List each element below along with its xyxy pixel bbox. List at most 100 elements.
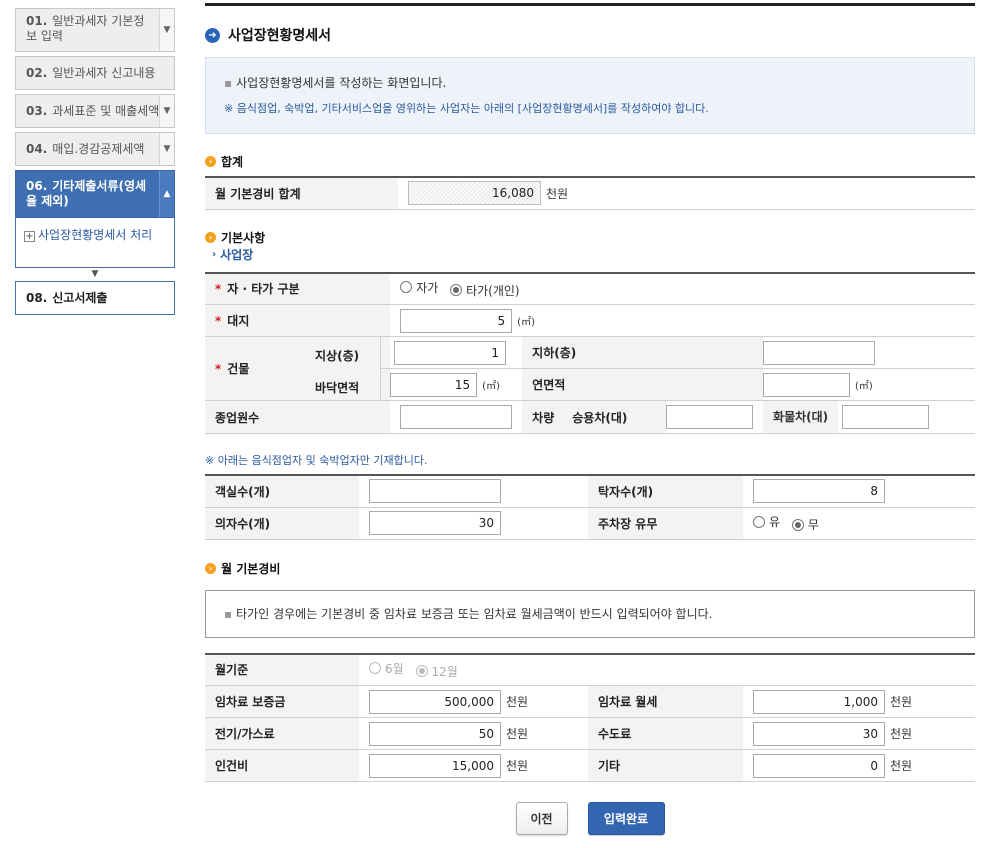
notice-text: 타가인 경우에는 기본경비 중 임차료 보증금 또는 임차료 월세금액이 반드시… (236, 607, 713, 621)
info-note: ※ 음식점업, 숙박업, 기타서비스업을 영위하는 사업자는 아래의 [사업장현… (224, 102, 709, 115)
step-number: 04. (26, 141, 48, 156)
chevron-down-icon[interactable]: ▼ (159, 133, 174, 165)
notice-box: ▪ 타가인 경우에는 기본경비 중 임차료 보증금 또는 임차료 월세금액이 반드… (205, 589, 975, 638)
unit-label: 천원 (506, 727, 529, 741)
rooms-label: 객실수(개) (205, 475, 359, 508)
total-table: 월 기본경비 합계 16,080 천원 (205, 176, 975, 210)
utility-input[interactable]: 50 (369, 721, 501, 746)
button-bar: 이전 입력완료 (205, 802, 975, 835)
employees-label: 종업원수 (215, 410, 260, 425)
deposit-input[interactable]: 500,000 (369, 689, 501, 714)
chevron-down-icon[interactable]: ▼ (159, 9, 174, 51)
water-label: 수도료 (588, 717, 743, 750)
step-number: 01. (26, 14, 48, 28)
land-label: 대지 (227, 314, 250, 328)
chevron-right-icon: › (212, 249, 217, 260)
subsection-workplace: › 사업장 (205, 247, 975, 263)
restaurant-table: 객실수(개) 탁자수(개) 8 의자수(개) 30 주차장 유무 유 무 (205, 474, 975, 540)
section-title: 기본사항 (221, 231, 266, 245)
bullet-icon: ▪ (224, 76, 233, 90)
rent-label: 임차료 월세 (588, 685, 743, 718)
floors-below-label: 지하(층) (532, 346, 577, 360)
labor-input[interactable]: 15,000 (369, 753, 501, 778)
sidebar-step-08[interactable]: 08. 신고서제출 (15, 281, 175, 315)
section-monthly: › 월 기본경비 (205, 560, 975, 578)
section-bullet-icon: › (205, 155, 216, 167)
section-basic: › 기본사항 (205, 229, 975, 247)
sidebar: 01. 일반과세자 기본정보 입력 ▼ 02. 일반과세자 신고내용 03. 과세표준… (15, 8, 175, 319)
total-label: 월 기본경비 합계 (205, 177, 398, 210)
page-title-text: 사업장현황명세서 (228, 28, 332, 44)
arrow-right-circle-icon: ➜ (205, 27, 220, 43)
restaurant-note: ※ 아래는 음식점업자 및 숙박업자만 기재합니다. (205, 454, 428, 467)
arrow-down-icon: ▼ (91, 269, 99, 279)
unit-label: (㎡) (517, 317, 535, 328)
floor-area-input[interactable]: 15 (390, 372, 478, 397)
bullet-icon: ▪ (224, 606, 233, 621)
floors-below-input[interactable] (763, 340, 876, 365)
chevron-up-icon[interactable]: ▲ (159, 171, 174, 217)
monthly-table: 월기준 6월 12월 임차료 보증금 500,000 천원 임차료 월세 1,00… (205, 652, 975, 782)
section-title: 합계 (221, 154, 244, 169)
chairs-input[interactable]: 30 (369, 511, 501, 535)
rooms-input[interactable] (369, 479, 501, 504)
plus-icon: + (24, 231, 35, 242)
parking-label: 주차장 유무 (588, 507, 743, 540)
unit-label: (㎡) (482, 381, 500, 392)
step-number: 03. (26, 103, 48, 118)
deposit-label: 임차료 보증금 (205, 685, 359, 718)
car-label: 승용차(대) (572, 410, 628, 425)
radio-rented[interactable]: 타가(개인) (450, 282, 520, 299)
sidebar-step-06[interactable]: 06. 기타제출서류(영세율 제외) ▲ (15, 170, 175, 218)
step-label: 일반과세자 신고내용 (52, 65, 156, 80)
sidebar-step-04[interactable]: 04. 매입.경감공제세액 ▼ (15, 132, 175, 166)
info-text: 사업장현황명세서를 작성하는 화면입니다. (236, 76, 447, 90)
radio-parking-no[interactable]: 무 (791, 516, 819, 533)
water-input[interactable]: 30 (753, 721, 885, 746)
step-number: 08. (26, 290, 48, 305)
required-mark: * (215, 362, 222, 376)
main-content: ➜ 사업장현황명세서 ▪ 사업장현황명세서를 작성하는 화면입니다. ※ 음식점업… (205, 0, 975, 835)
tables-input[interactable]: 8 (753, 479, 885, 504)
other-input[interactable]: 0 (753, 753, 885, 778)
info-box: ▪ 사업장현황명세서를 작성하는 화면입니다. ※ 음식점업, 숙박업, 기타서비… (205, 57, 975, 134)
rent-input[interactable]: 1,000 (753, 689, 885, 714)
labor-label: 인건비 (205, 749, 359, 782)
radio-parking-yes[interactable]: 유 (753, 513, 780, 530)
radio-basis-12[interactable]: 12월 (415, 663, 458, 680)
building-label: 건물 (227, 362, 250, 376)
radio-basis-6[interactable]: 6월 (369, 660, 404, 677)
sidebar-step-03[interactable]: 03. 과세표준 및 매출세액 ▼ (15, 94, 175, 128)
sidebar-substep[interactable]: + 사업장현황명세서 처리 (15, 218, 175, 268)
unit-label: 천원 (890, 759, 913, 773)
section-bullet-icon: › (205, 563, 216, 574)
total-area-input[interactable] (763, 372, 851, 397)
car-input[interactable] (666, 405, 754, 429)
radio-own[interactable]: 자가 (400, 279, 438, 296)
done-button[interactable]: 입력완료 (587, 802, 665, 835)
total-area-label: 연면적 (532, 378, 566, 392)
unit-label: 천원 (890, 727, 913, 741)
unit-label: (㎡) (855, 381, 873, 392)
sidebar-step-01[interactable]: 01. 일반과세자 기본정보 입력 ▼ (15, 8, 175, 52)
floors-above-input[interactable]: 1 (394, 340, 506, 365)
required-mark: * (215, 314, 222, 328)
chairs-label: 의자수(개) (205, 507, 359, 540)
top-divider (205, 3, 975, 6)
prev-button[interactable]: 이전 (515, 802, 568, 835)
employees-input[interactable] (400, 405, 513, 429)
substep-label: 사업장현황명세서 처리 (38, 228, 153, 242)
step-number: 02. (26, 65, 48, 80)
floor-area-label: 바닥면적 (315, 381, 360, 395)
sidebar-step-02[interactable]: 02. 일반과세자 신고내용 (15, 56, 175, 90)
chevron-down-icon[interactable]: ▼ (159, 95, 174, 127)
truck-input[interactable] (842, 405, 929, 429)
total-field: 16,080 (408, 181, 541, 206)
page-title: ➜ 사업장현황명세서 (205, 21, 975, 49)
floors-above-label: 지상(층) (315, 349, 360, 363)
step-label: 신고서제출 (52, 290, 108, 305)
utility-label: 전기/가스료 (205, 717, 359, 750)
land-input[interactable]: 5 (400, 308, 513, 333)
step-number: 06. (26, 179, 48, 193)
step-label: 매입.경감공제세액 (52, 141, 145, 156)
